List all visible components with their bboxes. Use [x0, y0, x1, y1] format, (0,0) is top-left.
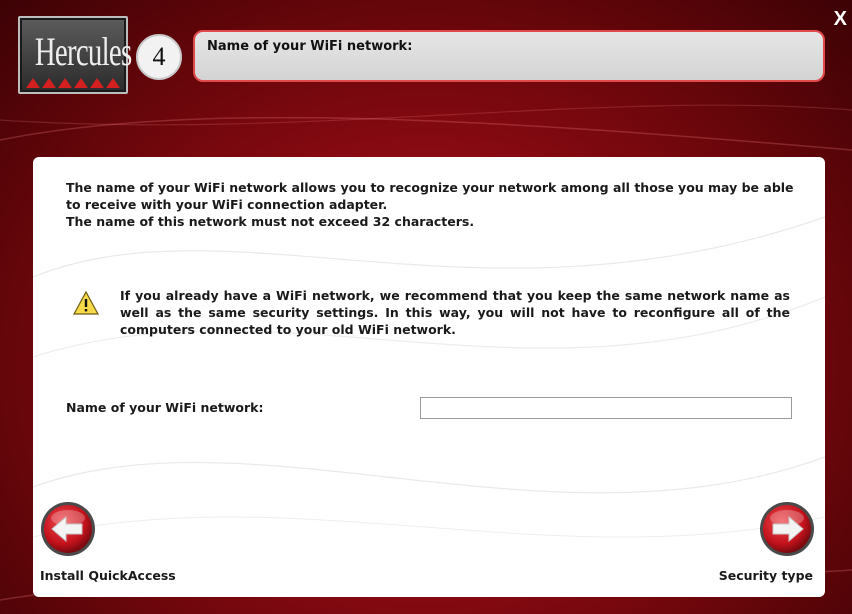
page-title: Name of your WiFi network: — [207, 39, 413, 54]
install-quickaccess-link[interactable]: Install QuickAccess — [40, 568, 176, 583]
next-button[interactable] — [759, 501, 815, 557]
intro-text: The name of your WiFi network allows you… — [66, 179, 796, 230]
close-button[interactable]: X — [834, 8, 847, 31]
logo-text: Hercules — [34, 29, 132, 74]
intro-limit: The name of this network must not exceed… — [66, 214, 475, 229]
warning-text: If you already have a WiFi network, we r… — [120, 288, 790, 337]
close-icon[interactable]: X — [834, 8, 847, 30]
security-type-link[interactable]: Security type — [719, 568, 813, 583]
back-button[interactable] — [40, 501, 96, 557]
warning-icon — [73, 291, 99, 315]
network-name-label: Name of your WiFi network: — [66, 400, 264, 415]
hercules-logo: Hercules — [18, 16, 132, 94]
page-title-bar: Name of your WiFi network: — [193, 30, 825, 82]
logo-triangles — [26, 78, 120, 88]
intro-paragraph: The name of your WiFi network allows you… — [66, 180, 794, 212]
content-panel: The name of your WiFi network allows you… — [33, 157, 825, 597]
network-name-input[interactable] — [420, 397, 792, 419]
step-number: 4 — [136, 34, 182, 80]
